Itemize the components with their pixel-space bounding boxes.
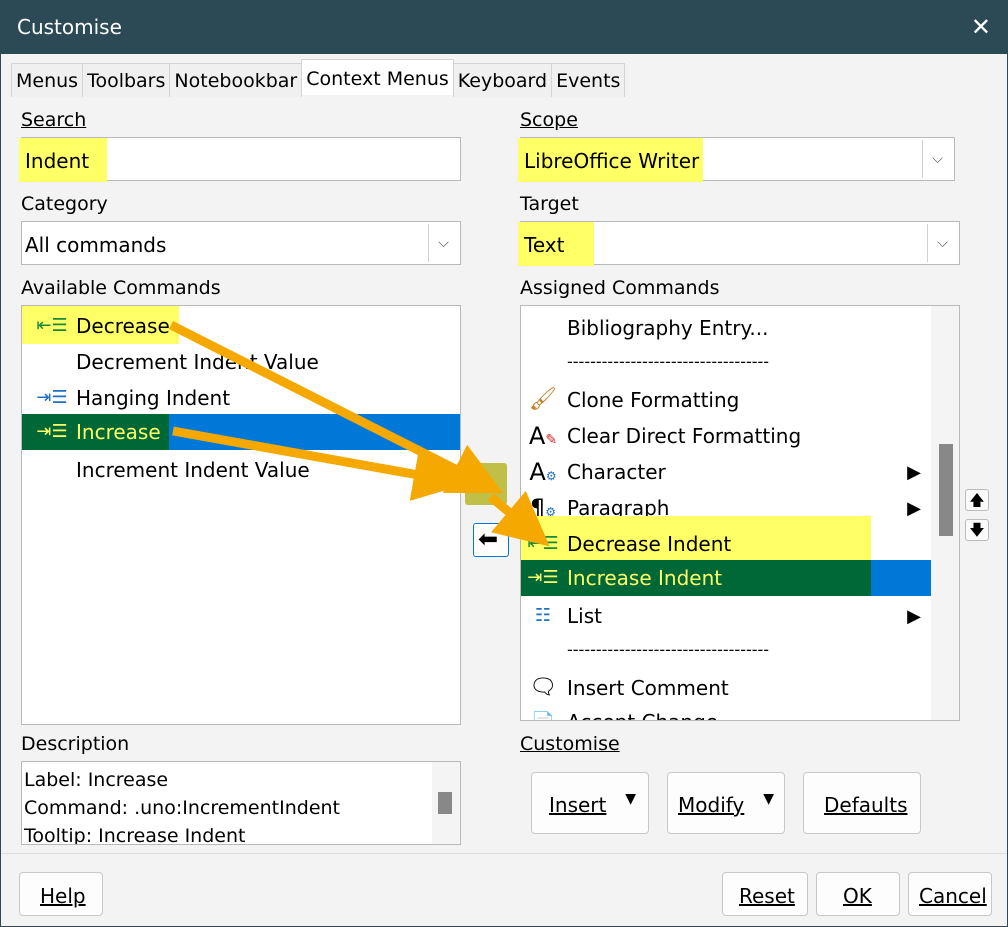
customise-dialog: Customise ✕ Menus Toolbars Notebookbar C… <box>0 0 1008 927</box>
annotation-arrows <box>168 320 550 547</box>
annotation-arrow <box>488 490 550 547</box>
